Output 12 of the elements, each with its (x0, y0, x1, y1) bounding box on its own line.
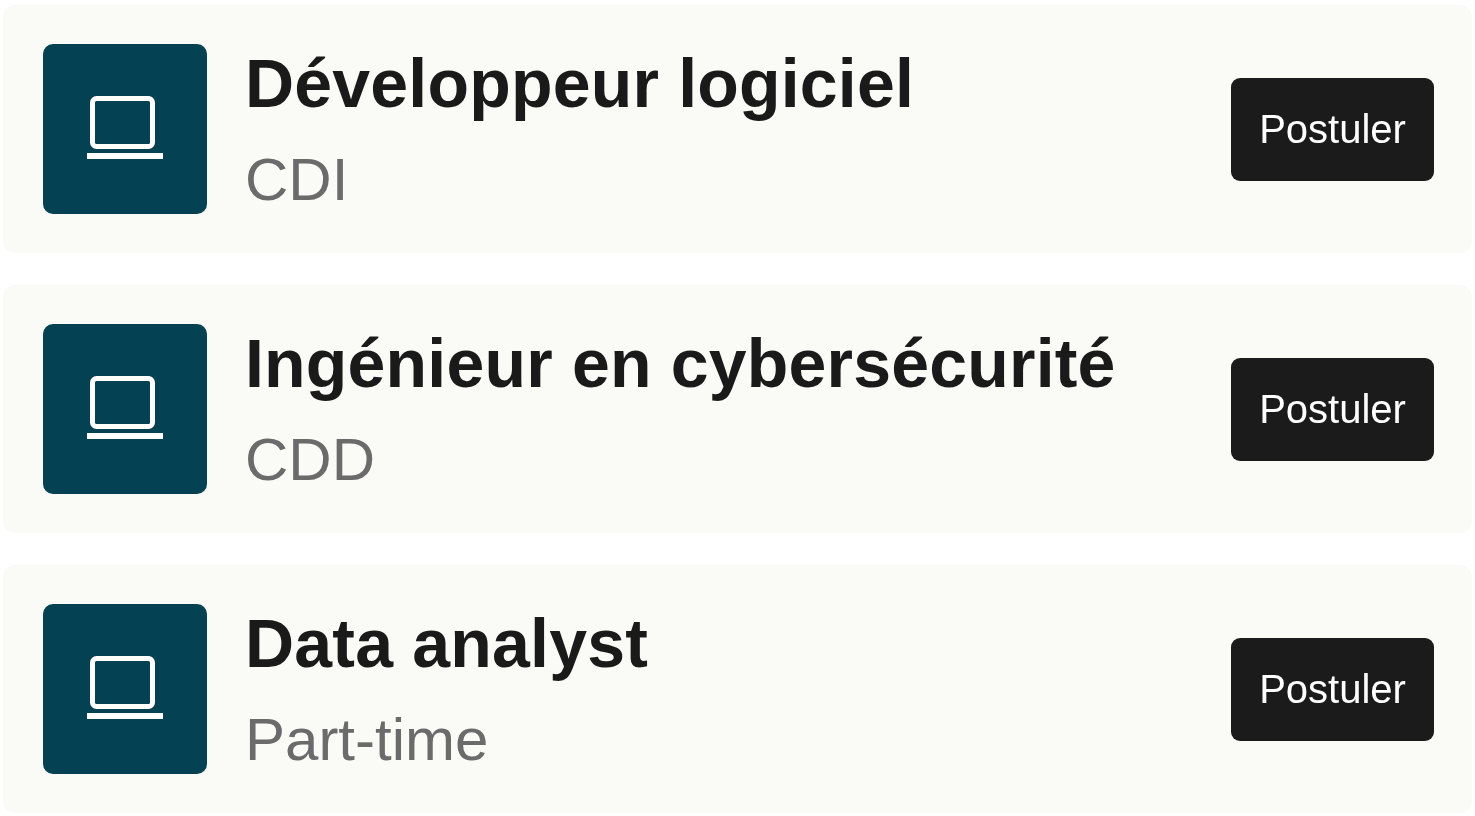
contract-type: CDD (245, 426, 375, 493)
laptop-icon (43, 324, 207, 494)
apply-button[interactable]: Postuler (1231, 638, 1434, 741)
job-title: Développeur logiciel (245, 45, 915, 122)
apply-button[interactable]: Postuler (1231, 358, 1434, 461)
laptop-icon (43, 44, 207, 214)
apply-button[interactable]: Postuler (1231, 78, 1434, 181)
contract-type: Part-time (245, 706, 489, 773)
job-title: Data analyst (245, 605, 649, 682)
laptop-icon (43, 604, 207, 774)
contract-type: CDI (245, 146, 349, 213)
job-title: Ingénieur en cybersécurité (245, 325, 1116, 402)
